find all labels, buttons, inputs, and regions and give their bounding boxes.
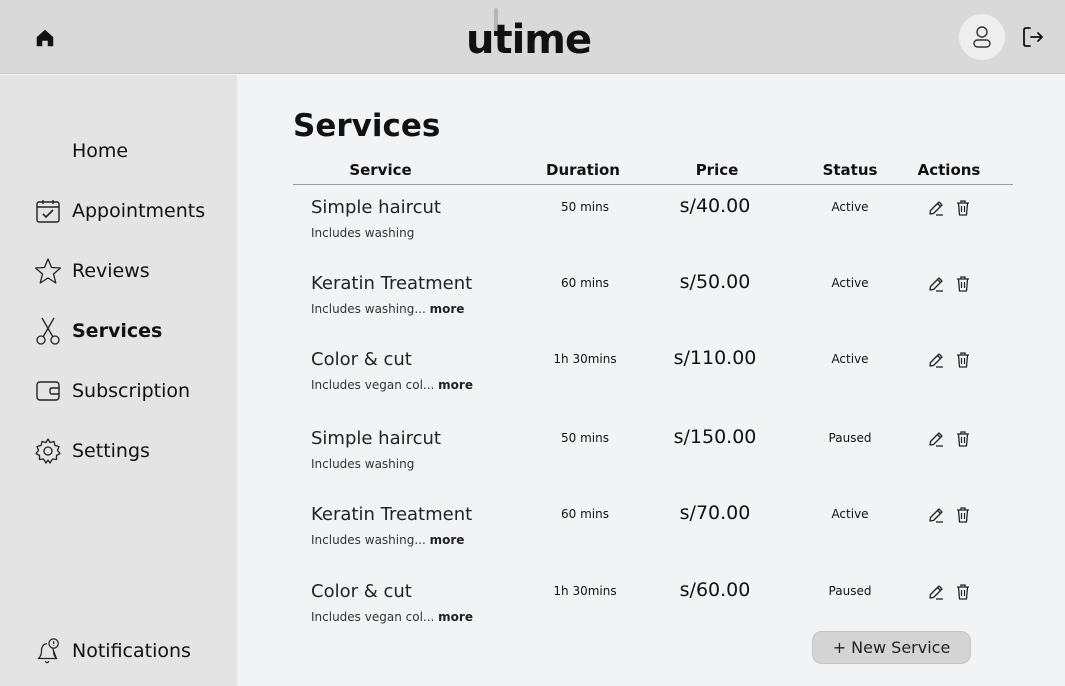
edit-icon[interactable] <box>926 350 946 370</box>
trash-icon[interactable] <box>953 350 973 370</box>
service-duration: 60 mins <box>561 507 609 521</box>
service-name: Simple haircut <box>311 197 441 218</box>
scissors-icon <box>34 317 62 345</box>
sidebar-item-subscription[interactable]: Subscription <box>34 375 190 407</box>
service-price: s/70.00 <box>679 502 751 524</box>
logo: utime <box>466 17 592 63</box>
user-avatar-button[interactable] <box>959 14 1005 60</box>
edit-icon[interactable] <box>926 274 946 294</box>
status-badge: Paused <box>828 431 872 445</box>
service-price: s/50.00 <box>679 271 751 293</box>
more-link[interactable]: more <box>430 302 465 316</box>
more-link[interactable]: more <box>438 378 473 392</box>
table-row: Color & cut Includes vegan col... more 1h … <box>293 347 1013 419</box>
top-header: utime <box>0 0 1065 74</box>
trash-icon[interactable] <box>953 274 973 294</box>
column-header-price: Price <box>695 161 739 179</box>
wallet-icon <box>34 377 62 405</box>
service-name: Keratin Treatment <box>311 504 473 525</box>
service-price: s/40.00 <box>679 195 751 217</box>
column-header-service: Service <box>349 161 412 179</box>
sidebar: Home Appointments Reviews Services Subsc… <box>0 75 237 686</box>
status-badge: Active <box>831 352 869 366</box>
sidebar-item-label: Subscription <box>72 380 191 402</box>
service-duration: 50 mins <box>561 431 609 445</box>
page-title: Services <box>293 108 441 144</box>
service-description: Includes washing <box>311 457 415 471</box>
service-name: Keratin Treatment <box>311 273 473 294</box>
sidebar-item-home[interactable]: Home <box>34 135 128 167</box>
sidebar-item-label: Reviews <box>72 260 150 282</box>
sidebar-item-notifications[interactable]: Notifications <box>34 635 191 667</box>
trash-icon[interactable] <box>953 429 973 449</box>
sidebar-item-label: Appointments <box>72 200 206 222</box>
table-row: Keratin Treatment Includes washing... mor… <box>293 502 1013 574</box>
service-price: s/110.00 <box>673 347 757 369</box>
calendar-check-icon <box>34 197 62 225</box>
service-name: Color & cut <box>311 349 412 370</box>
service-description: Includes washing... <box>311 533 426 547</box>
home-icon[interactable] <box>33 26 57 50</box>
service-duration: 60 mins <box>561 276 609 290</box>
service-name: Color & cut <box>311 581 412 602</box>
service-description: Includes washing... <box>311 302 426 316</box>
star-icon <box>34 257 62 285</box>
service-duration: 1h 30mins <box>553 584 617 598</box>
trash-icon[interactable] <box>953 582 973 602</box>
service-price: s/60.00 <box>679 579 751 601</box>
sidebar-item-label: Settings <box>72 440 150 462</box>
edit-icon[interactable] <box>926 429 946 449</box>
edit-icon[interactable] <box>926 505 946 525</box>
service-description-line: Includes vegan col... more <box>311 378 473 392</box>
table-row: Simple haircut Includes washing 50 mins s/1… <box>293 426 1013 498</box>
logout-icon <box>1023 27 1043 47</box>
sidebar-item-label: Notifications <box>72 640 191 662</box>
sidebar-item-services[interactable]: Services <box>34 315 162 347</box>
service-duration: 50 mins <box>561 200 609 214</box>
logout-button[interactable] <box>1020 24 1046 50</box>
trash-icon[interactable] <box>953 505 973 525</box>
trash-icon[interactable] <box>953 198 973 218</box>
status-badge: Paused <box>828 584 872 598</box>
table-row: Simple haircut Includes washing 50 mins s/4… <box>293 195 1013 267</box>
edit-icon[interactable] <box>926 582 946 602</box>
column-header-duration: Duration <box>546 161 620 179</box>
service-description-line: Includes vegan col... more <box>311 610 473 624</box>
service-description: Includes vegan col... <box>311 610 435 624</box>
new-service-button[interactable]: + New Service <box>812 631 971 664</box>
column-header-actions: Actions <box>917 161 981 179</box>
sidebar-item-settings[interactable]: Settings <box>34 435 150 467</box>
service-description: Includes vegan col... <box>311 378 435 392</box>
service-price: s/150.00 <box>673 426 757 448</box>
table-header: Service Duration Price Status Actions <box>293 158 1013 185</box>
status-badge: Active <box>831 200 869 214</box>
service-description: Includes washing <box>311 226 415 240</box>
column-header-status: Status <box>822 161 878 179</box>
service-name: Simple haircut <box>311 428 441 449</box>
service-description-line: Includes washing <box>311 226 414 240</box>
gear-icon <box>34 437 62 465</box>
user-icon <box>973 26 991 48</box>
table-row: Keratin Treatment Includes washing... mor… <box>293 271 1013 343</box>
service-description-line: Includes washing... more <box>311 302 464 316</box>
status-badge: Active <box>831 507 869 521</box>
sidebar-item-reviews[interactable]: Reviews <box>34 255 150 287</box>
service-duration: 1h 30mins <box>553 352 617 366</box>
service-description-line: Includes washing... more <box>311 533 464 547</box>
service-description-line: Includes washing <box>311 457 414 471</box>
edit-icon[interactable] <box>926 198 946 218</box>
sidebar-item-label: Home <box>72 140 129 162</box>
more-link[interactable]: more <box>438 610 473 624</box>
more-link[interactable]: more <box>430 533 465 547</box>
sidebar-item-appointments[interactable]: Appointments <box>34 195 205 227</box>
sidebar-item-label: Services <box>72 320 163 342</box>
bell-alert-icon <box>34 637 62 665</box>
status-badge: Active <box>831 276 869 290</box>
